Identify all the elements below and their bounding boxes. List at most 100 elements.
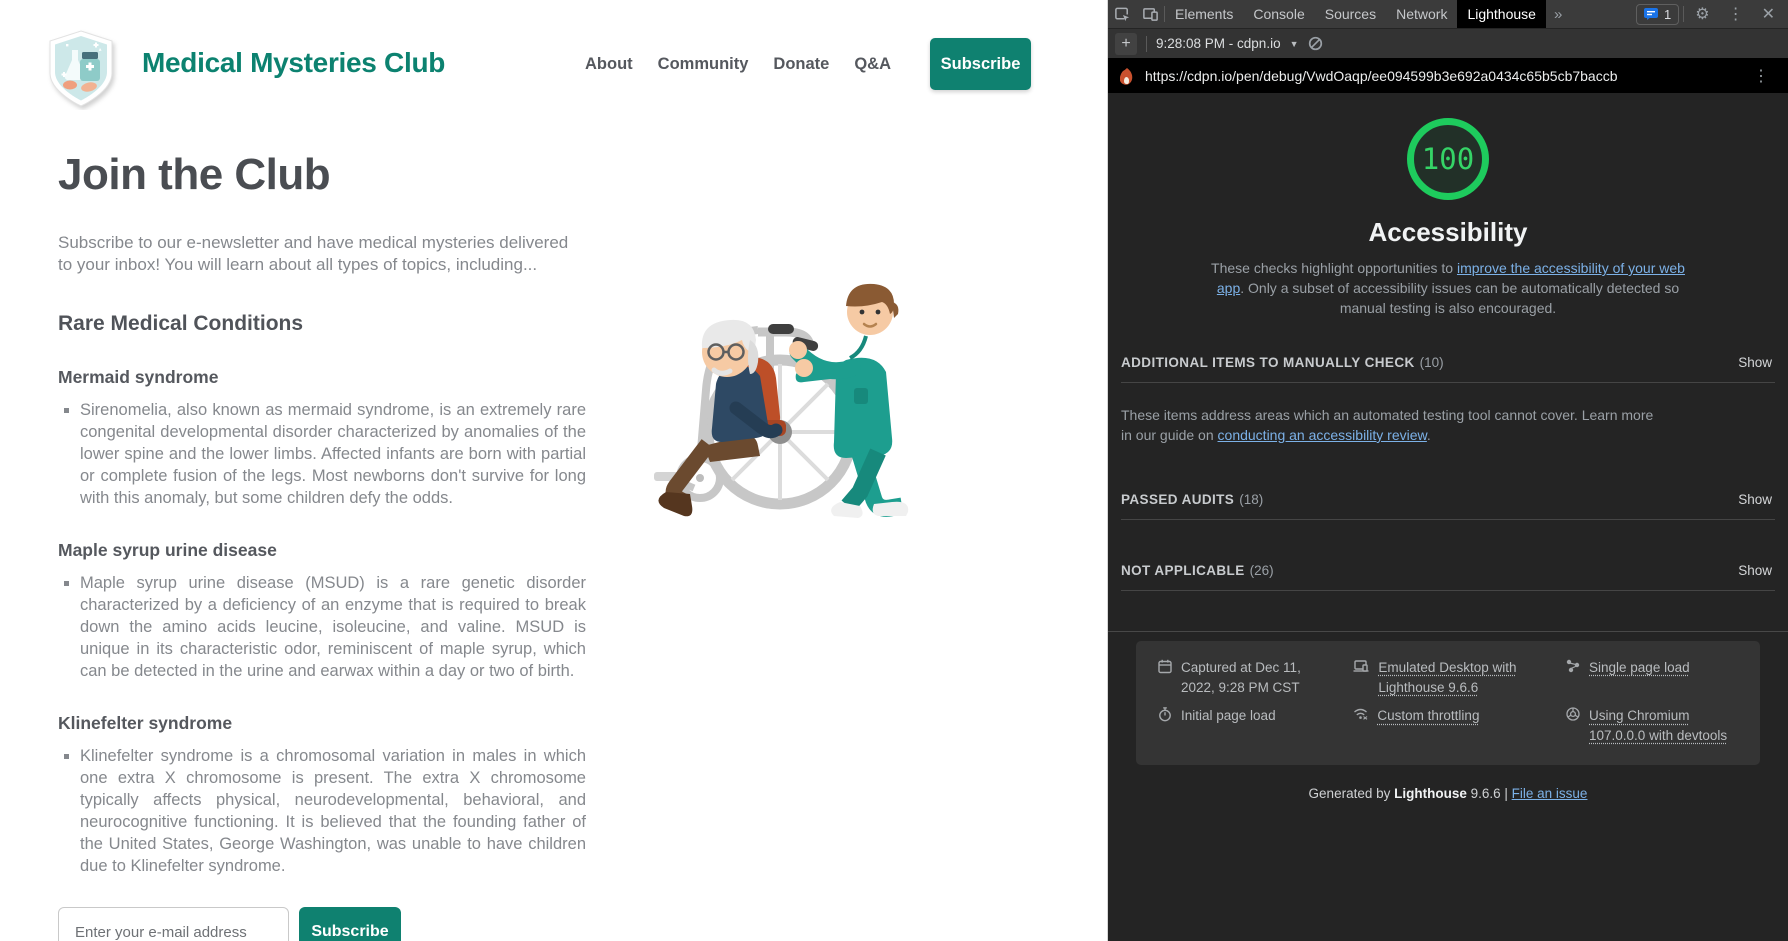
section-title: PASSED AUDITS [1121,492,1234,507]
emulated-desktop-link[interactable]: Emulated Desktop with Lighthouse 9.6.6 [1378,658,1546,697]
more-tabs-icon[interactable]: » [1546,0,1570,28]
meta-emulated: Emulated Desktop with Lighthouse 9.6.6 [1353,658,1546,697]
generated-text: Generated by [1309,786,1395,801]
condition-description: Sirenomelia, also known as mermaid syndr… [80,399,586,509]
description-text: These checks highlight opportunities to [1211,260,1457,276]
issues-message-icon [1644,8,1659,21]
nav-link-about[interactable]: About [585,55,633,74]
meta-captured: Captured at Dec 11, 2022, 9:28 PM CST [1158,658,1333,697]
condition-list: Klinefelter syndrome is a chromosomal va… [58,745,586,877]
section-count: (18) [1239,492,1263,507]
page-main-content: Join the Club Subscribe to our e-newslet… [58,150,586,941]
meta-text: Captured at Dec 11, 2022, 9:28 PM CST [1181,658,1333,697]
section-count: (10) [1420,355,1444,370]
divider [1121,590,1775,591]
calendar-icon [1158,659,1172,674]
section-manual-check: ADDITIONAL ITEMS TO MANUALLY CHECK (10) … [1108,355,1788,370]
condition-heading-klinefelter: Klinefelter syndrome [58,713,586,734]
nav-link-qa[interactable]: Q&A [854,55,891,74]
subscribe-form: Subscribe [58,907,586,941]
new-report-button[interactable]: + [1115,33,1137,55]
chevron-down-icon[interactable]: ▼ [1290,39,1299,49]
tab-console[interactable]: Console [1243,0,1314,28]
condition-list: Maple syrup urine disease (MSUD) is a ra… [58,572,586,682]
condition-heading-mermaid: Mermaid syndrome [58,367,586,388]
manual-check-note: These items address areas which an autom… [1108,405,1668,446]
divider [1683,6,1684,22]
lighthouse-brand: Lighthouse [1394,786,1467,801]
score-value: 100 [1422,142,1474,176]
close-devtools-icon[interactable]: ✕ [1755,4,1782,24]
report-selector[interactable]: 9:28:08 PM - cdpn.io [1156,36,1281,51]
device-toolbar-icon[interactable] [1136,0,1164,28]
stopwatch-icon [1158,707,1172,722]
site-header: Medical Mysteries Club About Community D… [0,0,1107,118]
show-passed-audits-button[interactable]: Show [1738,492,1772,507]
meta-throttling: Custom throttling [1353,706,1546,745]
tab-elements[interactable]: Elements [1165,0,1243,28]
illustration-nurse-pushing-wheelchair [608,240,928,520]
custom-throttling-link[interactable]: Custom throttling [1377,706,1479,745]
section-count: (26) [1250,563,1274,578]
section-title: NOT APPLICABLE [1121,563,1245,578]
nav-link-community[interactable]: Community [658,55,749,74]
intro-paragraph: Subscribe to our e-newsletter and have m… [58,232,586,276]
generated-version: 9.6.6 | [1467,786,1512,801]
header-subscribe-button[interactable]: Subscribe [930,38,1031,90]
file-an-issue-link[interactable]: File an issue [1512,786,1588,801]
share-nodes-icon [1566,659,1580,673]
tab-sources[interactable]: Sources [1315,0,1386,28]
meta-initial-load: Initial page load [1158,706,1333,745]
site-nav: About Community Donate Q&A Subscribe [585,38,1031,90]
report-meta-box: Captured at Dec 11, 2022, 9:28 PM CST Em… [1136,641,1760,765]
accessibility-review-link[interactable]: conducting an accessibility review [1218,427,1427,443]
devtools-controls: 1 ⚙ ⋮ ✕ [1636,0,1788,28]
devtools-panel: Elements Console Sources Network Lightho… [1108,0,1788,941]
tab-lighthouse[interactable]: Lighthouse [1457,0,1546,28]
section-not-applicable: NOT APPLICABLE (26) Show [1108,563,1788,578]
nav-link-donate[interactable]: Donate [773,55,829,74]
lighthouse-toolbar: + 9:28:08 PM - cdpn.io ▼ [1108,29,1788,59]
site-title: Medical Mysteries Club [142,47,445,79]
score-gauge[interactable]: 100 [1407,118,1489,200]
single-page-load-link[interactable]: Single page load [1589,658,1690,697]
section-heading: Rare Medical Conditions [58,312,586,336]
page-favicon [1120,68,1134,85]
category-description: These checks highlight opportunities to … [1202,259,1694,319]
description-text: . Only a subset of accessibility issues … [1240,280,1679,316]
condition-description: Klinefelter syndrome is a chromosomal va… [80,745,586,877]
signal-icon [1353,707,1368,720]
report-url: https://cdpn.io/pen/debug/VwdOaqp/ee0945… [1145,68,1735,84]
subscribe-button[interactable]: Subscribe [299,907,401,941]
lighthouse-report: 100 Accessibility These checks highlight… [1108,93,1788,941]
chromium-icon [1566,707,1580,721]
meta-single-page: Single page load [1566,658,1738,697]
page-title: Join the Club [58,150,586,200]
clear-reports-icon[interactable] [1308,36,1323,51]
chromium-version-link[interactable]: Using Chromium 107.0.0.0 with devtools [1589,706,1738,745]
note-text: . [1427,427,1431,443]
inspect-element-icon[interactable] [1108,0,1136,28]
url-kebab-icon[interactable]: ⋮ [1746,66,1776,86]
section-passed-audits: PASSED AUDITS (18) Show [1108,492,1788,507]
category-title: Accessibility [1108,217,1788,248]
condition-description: Maple syrup urine disease (MSUD) is a ra… [80,572,586,682]
app-root: Medical Mysteries Club About Community D… [0,0,1788,941]
show-not-applicable-button[interactable]: Show [1738,563,1772,578]
generated-by-footer: Generated by Lighthouse 9.6.6 | File an … [1108,786,1788,801]
club-shield-logo [42,28,120,110]
report-url-bar: https://cdpn.io/pen/debug/VwdOaqp/ee0945… [1108,59,1788,93]
issues-count: 1 [1664,7,1671,22]
meta-text: Initial page load [1181,706,1276,745]
settings-gear-icon[interactable]: ⚙ [1688,4,1716,24]
kebab-menu-icon[interactable]: ⋮ [1721,4,1751,24]
section-title: ADDITIONAL ITEMS TO MANUALLY CHECK [1121,355,1415,370]
condition-list: Sirenomelia, also known as mermaid syndr… [58,399,586,509]
condition-heading-msud: Maple syrup urine disease [58,540,586,561]
devtools-tabbar: Elements Console Sources Network Lightho… [1108,0,1788,29]
tab-network[interactable]: Network [1386,0,1457,28]
show-manual-check-button[interactable]: Show [1738,355,1772,370]
issues-counter[interactable]: 1 [1636,4,1679,25]
meta-chromium: Using Chromium 107.0.0.0 with devtools [1566,706,1738,745]
email-input[interactable] [58,907,289,941]
